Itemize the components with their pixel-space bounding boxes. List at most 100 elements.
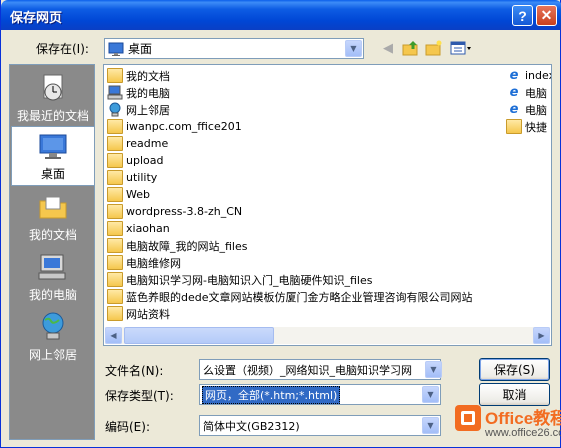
folder-icon — [107, 272, 123, 287]
filename-input[interactable]: 么设置（视频）_网络知识_电脑知识学习网 — [199, 359, 441, 380]
ie-file-icon: e — [509, 85, 519, 100]
list-item-label: 电脑 — [525, 103, 547, 117]
list-item[interactable]: e 电脑 — [506, 101, 547, 118]
watermark-url: www.office26.com — [485, 427, 561, 439]
scroll-thumb[interactable] — [124, 327, 274, 344]
close-button[interactable]: ✕ — [536, 5, 557, 26]
list-item-label: iwanpc.com_ffice201 — [126, 120, 242, 133]
list-item[interactable]: 网上邻居 — [107, 101, 170, 118]
file-list[interactable]: 我的文档 我的电脑 网上邻居 iwanpc.com_ffice201 readm… — [103, 64, 552, 346]
folder-icon — [107, 221, 123, 236]
ie-file-icon: e — [509, 102, 519, 117]
back-button[interactable]: ◀ — [378, 38, 398, 58]
place-network[interactable]: 网上邻居 — [11, 306, 95, 366]
list-item-label: readme — [126, 137, 169, 150]
filetype-dropdown-arrow[interactable]: ▼ — [422, 386, 439, 403]
list-item[interactable]: wordpress-3.8-zh_CN — [107, 203, 242, 220]
list-item-label: 蓝色养眼的dede文章网站模板仿厦门金方略企业管理咨询有限公司网站 — [126, 290, 473, 304]
watermark-brand: Office教程网 — [485, 409, 561, 428]
filetype-select[interactable]: 网页，全部(*.htm;*.html) ▼ — [199, 384, 441, 405]
folder-icon — [107, 153, 123, 168]
list-item-label: 电脑 — [525, 86, 547, 100]
folder-icon — [107, 170, 123, 185]
filename-value: 么设置（视频）_网络知识_电脑知识学习网 — [203, 364, 412, 377]
list-item[interactable]: 电脑知识学习网-电脑知识入门_电脑硬件知识_files — [107, 271, 372, 288]
list-item[interactable]: Web — [107, 186, 150, 203]
place-recent-documents[interactable]: 我最近的文档 — [11, 67, 95, 127]
list-item-label: 电脑故障_我的网站_files — [126, 239, 248, 253]
new-folder-icon — [425, 40, 442, 56]
scroll-left-button[interactable]: ◀ — [105, 327, 122, 344]
list-item[interactable]: 电脑故障_我的网站_files — [107, 237, 247, 254]
ie-file-icon: e — [509, 68, 519, 83]
encoding-dropdown-arrow[interactable]: ▼ — [422, 417, 439, 434]
folder-icon — [107, 289, 123, 304]
list-item-label: wordpress-3.8-zh_CN — [126, 205, 243, 218]
place-label: 我最近的文档 — [16, 109, 89, 123]
list-item-label: 网上邻居 — [126, 103, 170, 117]
filetype-value: 网页，全部(*.htm;*.html) — [202, 385, 341, 404]
filename-dropdown-arrow[interactable]: ▼ — [425, 361, 442, 378]
close-icon: ✕ — [540, 7, 553, 23]
encoding-select[interactable]: 简体中文(GB2312) ▼ — [199, 415, 441, 436]
list-item[interactable]: utility — [107, 169, 157, 186]
place-label: 我的电脑 — [28, 288, 77, 302]
office-logo-icon — [455, 405, 481, 431]
folder-icon — [107, 136, 123, 151]
list-item[interactable]: iwanpc.com_ffice201 — [107, 118, 242, 135]
list-item-label: 网站资料 — [126, 307, 170, 321]
list-item[interactable]: 电脑维修网 — [107, 254, 181, 271]
list-item-label: Web — [126, 188, 150, 201]
folder-icon — [107, 255, 123, 270]
save-webpage-dialog: 保存网页 ? ✕ 保存在(I): 桌面 ▼ ◀ 我最近的文档 桌面 我的文档 我… — [0, 0, 561, 448]
list-item-label: xiaohan — [126, 222, 170, 235]
save-in-combo[interactable]: 桌面 ▼ — [104, 38, 364, 59]
back-arrow-icon: ◀ — [383, 40, 393, 56]
list-item[interactable]: 蓝色养眼的dede文章网站模板仿厦门金方略企业管理咨询有限公司网站 — [107, 288, 473, 305]
up-folder-button[interactable] — [401, 38, 421, 58]
scroll-right-button[interactable]: ▶ — [533, 327, 550, 344]
my-documents-icon — [39, 196, 67, 219]
list-item[interactable]: readme — [107, 135, 168, 152]
place-my-documents[interactable]: 我的文档 — [11, 186, 95, 246]
new-folder-button[interactable] — [424, 38, 444, 58]
up-folder-icon — [402, 41, 418, 56]
list-item[interactable]: e index — [506, 67, 551, 84]
save-in-dropdown-arrow[interactable]: ▼ — [345, 40, 362, 57]
list-item[interactable]: e 电脑 — [506, 84, 547, 101]
desktop-icon — [108, 42, 124, 56]
question-icon: ? — [518, 7, 527, 24]
help-button[interactable]: ? — [512, 5, 533, 26]
list-item[interactable]: upload — [107, 152, 163, 169]
place-label: 网上邻居 — [28, 348, 77, 362]
place-label: 桌面 — [40, 167, 65, 181]
folder-icon — [107, 119, 123, 134]
my-computer-icon — [38, 254, 66, 280]
horizontal-scrollbar[interactable]: ◀ ▶ — [105, 327, 550, 344]
view-menu-button[interactable] — [449, 38, 473, 58]
list-item-label: utility — [126, 171, 158, 184]
list-item-label: index — [525, 69, 551, 82]
chevron-down-icon: ▼ — [427, 421, 434, 430]
list-item[interactable]: 我的电脑 — [107, 84, 170, 101]
list-item[interactable]: 快捷 — [506, 118, 547, 135]
place-desktop[interactable]: 桌面 — [11, 126, 95, 186]
list-item-label: upload — [126, 154, 164, 167]
list-item[interactable]: xiaohan — [107, 220, 170, 237]
chevron-right-icon: ▶ — [538, 331, 545, 340]
list-item[interactable]: 我的文档 — [107, 67, 170, 84]
list-item[interactable]: 网站资料 — [107, 305, 170, 322]
filetype-label: 保存类型(T): — [105, 389, 174, 403]
place-my-computer[interactable]: 我的电脑 — [11, 246, 95, 306]
view-menu-icon — [450, 41, 471, 55]
shortcut-folder-icon — [506, 119, 522, 134]
list-item-label: 电脑知识学习网-电脑知识入门_电脑硬件知识_files — [126, 273, 373, 287]
documents-icon — [107, 68, 123, 83]
save-in-value: 桌面 — [128, 42, 153, 56]
save-button[interactable]: 保存(S) — [479, 358, 550, 381]
list-item-label: 快捷 — [525, 120, 547, 134]
encoding-value: 简体中文(GB2312) — [203, 419, 300, 433]
list-item-label: 电脑维修网 — [126, 256, 181, 270]
network-icon — [109, 102, 121, 117]
folder-icon — [107, 204, 123, 219]
